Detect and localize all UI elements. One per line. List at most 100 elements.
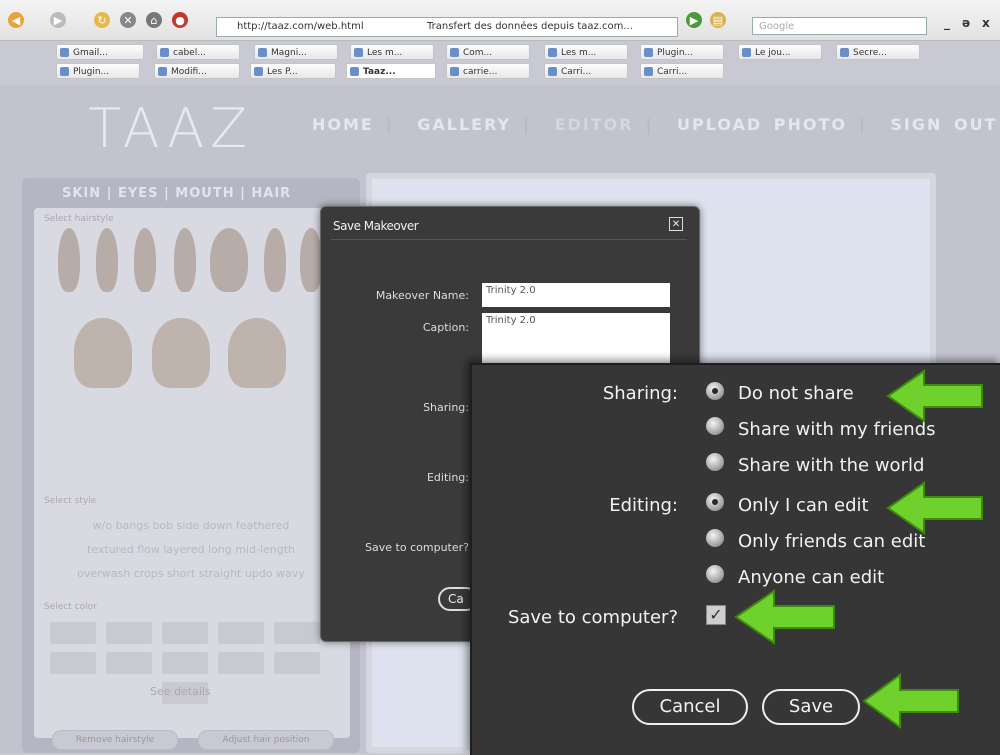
color-swatch[interactable] <box>218 622 264 644</box>
tab[interactable]: Modifi... <box>154 63 240 79</box>
tab[interactable]: Le jou... <box>738 44 822 60</box>
tab[interactable]: Les P... <box>250 63 336 79</box>
hairstyle-thumb[interactable] <box>264 228 286 292</box>
green-arrow-icon <box>886 369 983 423</box>
caption-textarea[interactable]: Trinity 2.0 <box>482 313 670 367</box>
save-to-computer-label: Save to computer? <box>365 541 469 554</box>
hairstyle-panel: Select hairstyle Select style w/o bangs … <box>34 208 350 738</box>
color-swatch[interactable] <box>106 622 152 644</box>
tab-taaz-active[interactable]: Taaz... <box>346 63 436 79</box>
color-swatch[interactable] <box>274 652 320 674</box>
green-arrow-icon <box>862 673 959 729</box>
tab[interactable]: Plugin... <box>640 44 724 60</box>
editing-label: Editing: <box>426 471 469 484</box>
zoom-editing-label: Editing: <box>609 495 678 516</box>
color-swatch[interactable] <box>162 622 208 644</box>
tab-row-1: Gmail... cabel... Magni... Les m... Com.… <box>0 44 1000 62</box>
go-icon[interactable]: ▶ <box>686 12 702 28</box>
status-text: Transfert des données depuis taaz.com... <box>427 21 633 32</box>
radio-share-world[interactable] <box>706 453 724 471</box>
tab[interactable]: Plugin... <box>56 63 140 79</box>
back-icon[interactable]: ◀ <box>8 12 24 28</box>
stop-icon[interactable]: ✕ <box>120 12 136 28</box>
hairstyle-thumb[interactable] <box>96 228 118 292</box>
nav-home[interactable]: HOME <box>312 115 374 134</box>
tab[interactable]: cabel... <box>156 44 240 60</box>
tab[interactable]: Carri... <box>544 63 628 79</box>
option-share-world[interactable]: Share with the world <box>738 455 924 476</box>
nav-editor[interactable]: EDITOR <box>555 115 634 134</box>
hairstyle-thumb[interactable] <box>152 318 210 388</box>
color-swatch[interactable] <box>274 622 320 644</box>
tab[interactable]: Gmail... <box>56 44 144 60</box>
tab[interactable]: Les m... <box>350 44 434 60</box>
option-anyone-edit[interactable]: Anyone can edit <box>738 567 884 588</box>
tab[interactable]: Com... <box>446 44 530 60</box>
hairstyle-thumb[interactable] <box>134 228 156 292</box>
minimize-button[interactable]: _ <box>944 16 950 30</box>
style-line-2[interactable]: textured flow layered long mid-length <box>46 538 336 562</box>
nav-sign-out[interactable]: SIGN OUT <box>890 115 997 134</box>
reload-icon[interactable]: ↻ <box>94 12 110 28</box>
tab[interactable]: Magni... <box>254 44 338 60</box>
site-nav: HOME | GALLERY | EDITOR | UPLOAD PHOTO | SIG… <box>312 115 998 134</box>
search-input[interactable]: Google <box>752 17 927 35</box>
hairstyle-thumb[interactable] <box>74 318 132 388</box>
select-style-label: Select style <box>44 496 97 506</box>
zoom-save-button[interactable]: Save <box>762 689 860 725</box>
hairstyle-thumb[interactable] <box>210 228 248 292</box>
zoom-cancel-button[interactable]: Cancel <box>632 689 748 725</box>
zoom-sharing-label: Sharing: <box>602 383 678 404</box>
url-text: http://taaz.com/web.html <box>237 21 364 32</box>
radio-only-i-edit[interactable] <box>706 493 724 511</box>
save-to-computer-checkbox[interactable]: ✓ <box>706 605 726 625</box>
editor-subtabs[interactable]: SKIN | EYES | MOUTH | HAIR <box>62 186 291 201</box>
radio-do-not-share[interactable] <box>706 382 724 400</box>
tab[interactable]: Les m... <box>544 44 628 60</box>
editor-left-panel: SKIN | EYES | MOUTH | HAIR Select hairst… <box>22 178 360 753</box>
makeover-name-label: Makeover Name: <box>375 289 469 302</box>
color-swatch[interactable] <box>106 652 152 674</box>
sharing-label: Sharing: <box>423 401 469 414</box>
hairstyle-thumb[interactable] <box>228 318 286 388</box>
radio-friends-edit[interactable] <box>706 529 724 547</box>
caption-label: Caption: <box>422 321 469 334</box>
green-arrow-icon <box>734 589 835 645</box>
nav-gallery[interactable]: GALLERY <box>417 115 511 134</box>
color-swatch[interactable] <box>50 622 96 644</box>
bookmark-icon[interactable]: ● <box>172 12 188 28</box>
makeover-name-input[interactable]: Trinity 2.0 <box>482 283 670 307</box>
remove-hairstyle-button[interactable]: Remove hairstyle <box>52 730 178 750</box>
tab[interactable]: Carri... <box>640 63 724 79</box>
radio-share-friends[interactable] <box>706 417 724 435</box>
dialog-title: Save Makeover <box>333 219 419 233</box>
folder-icon[interactable]: ▤ <box>710 12 726 28</box>
dialog-divider <box>331 239 687 240</box>
color-swatch[interactable] <box>218 652 264 674</box>
style-line-3[interactable]: overwash crops short straight updo wavy <box>46 562 336 586</box>
hairstyle-thumb[interactable] <box>300 228 322 292</box>
style-line-1[interactable]: w/o bangs bob side down feathered <box>46 514 336 538</box>
color-swatch[interactable] <box>50 652 96 674</box>
zoom-save-to-computer-label: Save to computer? <box>507 607 678 628</box>
option-do-not-share[interactable]: Do not share <box>738 383 854 404</box>
close-icon[interactable]: ✕ <box>669 217 683 231</box>
option-only-i-edit[interactable]: Only I can edit <box>738 495 869 516</box>
hairstyle-thumb[interactable] <box>58 228 80 292</box>
nav-upload-photo[interactable]: UPLOAD PHOTO <box>677 115 847 134</box>
adjust-hair-button[interactable]: Adjust hair position <box>198 730 334 750</box>
color-swatch[interactable] <box>162 652 208 674</box>
forward-icon[interactable]: ▶ <box>50 12 66 28</box>
select-hairstyle-label: Select hairstyle <box>44 214 114 224</box>
hairstyle-thumb[interactable] <box>174 228 196 292</box>
tab[interactable]: Secre... <box>836 44 920 60</box>
url-bar[interactable]: http://taaz.com/web.html Transfert des d… <box>216 17 678 37</box>
home-icon[interactable]: ⌂ <box>146 12 162 28</box>
site-logo[interactable]: TAAZ <box>88 97 253 160</box>
close-window-button[interactable]: x <box>982 16 990 30</box>
see-details-text[interactable]: See details <box>150 685 211 698</box>
select-color-label: Select color <box>44 602 97 612</box>
maximize-button[interactable]: ə <box>962 16 970 30</box>
tab[interactable]: carrie... <box>446 63 530 79</box>
radio-anyone-edit[interactable] <box>706 565 724 583</box>
